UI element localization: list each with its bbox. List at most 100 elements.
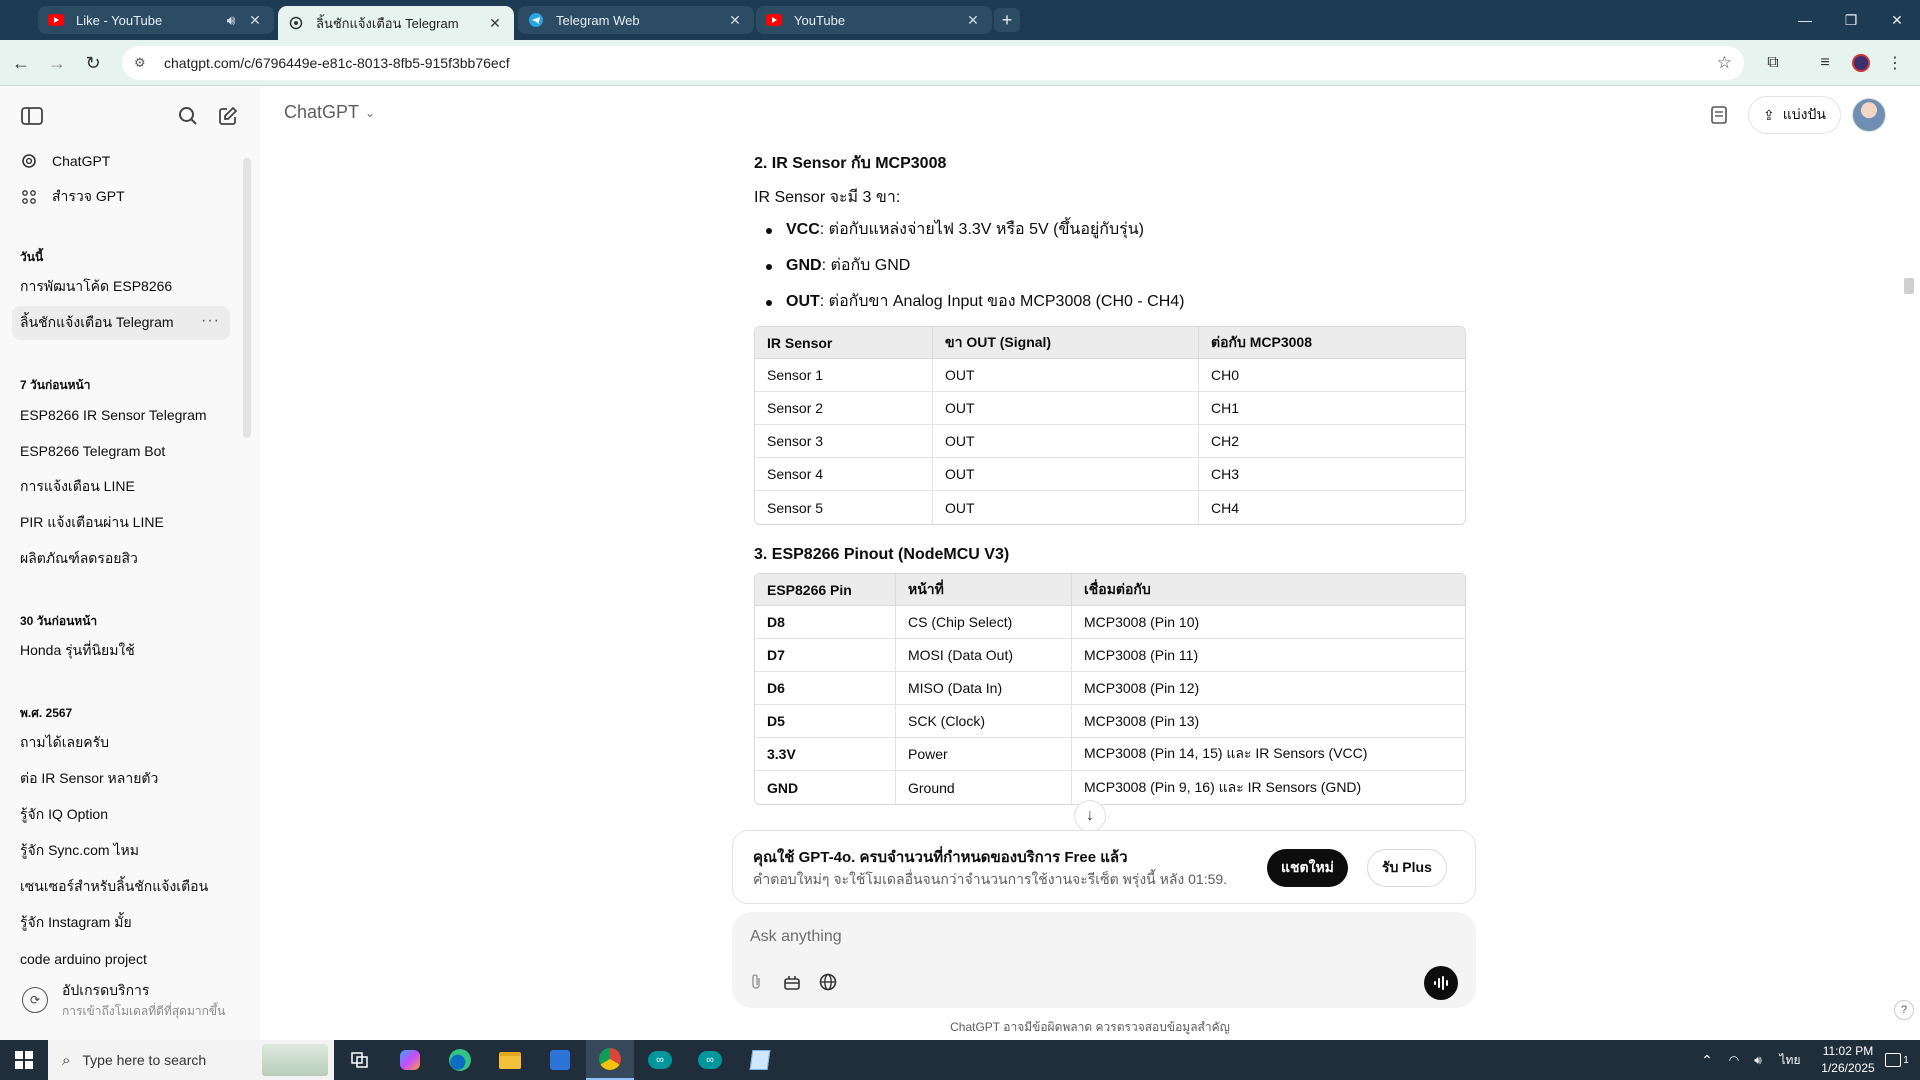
tab-telegram-web[interactable]: Telegram Web ✕ bbox=[518, 6, 754, 34]
windows-start-icon[interactable] bbox=[0, 1040, 48, 1080]
sidebar-item-chatgpt[interactable]: ChatGPT bbox=[12, 144, 230, 178]
sidebar-chat-item[interactable]: ถามได้เลยครับ bbox=[12, 726, 230, 760]
share-button[interactable]: ⇪ แบ่งปัน bbox=[1748, 96, 1841, 134]
sidebar-chat-item[interactable]: Honda รุ่นที่นิยมใช้ bbox=[12, 634, 230, 668]
chat-title: ESP8266 IR Sensor Telegram bbox=[20, 407, 207, 423]
restore-button[interactable]: ❐ bbox=[1828, 0, 1874, 40]
address-bar[interactable]: ⚙︎ chatgpt.com/c/6796449e-e81c-8013-8fb5… bbox=[122, 46, 1744, 80]
avatar[interactable] bbox=[1852, 98, 1886, 132]
table-cell: D5 bbox=[755, 705, 896, 738]
reload-icon[interactable]: ↻ bbox=[78, 48, 108, 78]
system-clock[interactable]: 11:02 PM 1/26/2025 bbox=[1808, 1043, 1888, 1077]
sidebar-chat-item[interactable]: ผลิตภัณฑ์ลดรอยสิว bbox=[12, 542, 230, 576]
sidebar-chat-item[interactable]: ESP8266 Telegram Bot bbox=[12, 434, 230, 468]
notifications-button[interactable]: 1 bbox=[1880, 1040, 1914, 1080]
pin-desc: : ต่อกับขา Analog Input ของ MCP3008 (CH0… bbox=[819, 293, 1185, 310]
sidebar-chat-item[interactable]: รู้จัก Instagram มั้ย bbox=[12, 906, 230, 940]
upgrade-plan-button[interactable]: ⟳ อัปเกรดบริการ การเข้าถึงโมเดลที่ดีที่ส… bbox=[12, 974, 242, 1026]
bookmark-star-icon[interactable]: ☆ bbox=[1717, 53, 1732, 73]
edge-icon[interactable] bbox=[436, 1040, 484, 1080]
arduino-icon[interactable]: ∞ bbox=[636, 1040, 684, 1080]
pin-list: VCC: ต่อกับแหล่งจ่ายไฟ 3.3V หรือ 5V (ขึ้… bbox=[754, 218, 1470, 314]
tab-chatgpt[interactable]: ลิ้นชักแจ้งเตือน Telegram ✕ bbox=[278, 6, 514, 40]
sidebar-chat-item[interactable]: code arduino project bbox=[12, 942, 230, 976]
sidebar-toggle-icon[interactable] bbox=[16, 100, 48, 132]
store-icon[interactable] bbox=[536, 1040, 584, 1080]
sidebar-chat-item[interactable]: PIR แจ้งเตือนผ่าน LINE bbox=[12, 506, 230, 540]
volume-icon[interactable]: 🔊︎ bbox=[1746, 1040, 1770, 1080]
upgrade-icon: ⟳ bbox=[22, 987, 48, 1013]
task-view-icon[interactable] bbox=[336, 1040, 384, 1080]
sidebar-chat-item[interactable]: ต่อ IR Sensor หลายตัว bbox=[12, 762, 230, 796]
close-tab-icon[interactable]: ✕ bbox=[486, 14, 504, 32]
forward-arrow-icon[interactable]: → bbox=[42, 48, 72, 78]
tab-like-youtube[interactable]: Like - YouTube 🔊︎ ✕ bbox=[38, 6, 274, 34]
minimize-button[interactable]: — bbox=[1782, 0, 1828, 40]
table-cell: Sensor 5 bbox=[755, 491, 933, 524]
browser-menu-icon[interactable]: ⋮ bbox=[1882, 50, 1908, 76]
close-tab-icon[interactable]: ✕ bbox=[964, 11, 982, 29]
media-control-icon[interactable]: ≡ bbox=[1812, 50, 1838, 76]
list-item: OUT: ต่อกับขา Analog Input ของ MCP3008 (… bbox=[754, 290, 1470, 314]
new-tab-button[interactable]: + bbox=[994, 8, 1020, 32]
close-tab-icon[interactable]: ✕ bbox=[726, 11, 744, 29]
sidebar-item-explore-gpts[interactable]: สำรวจ GPT bbox=[12, 180, 230, 214]
sidebar-scrollbar[interactable] bbox=[243, 158, 251, 438]
tab-youtube[interactable]: YouTube ✕ bbox=[756, 6, 992, 34]
column-header: หน้าที่ bbox=[896, 574, 1072, 606]
browser-toolbar: ← → ↻ ⚙︎ chatgpt.com/c/6796449e-e81c-801… bbox=[0, 40, 1920, 86]
share-label: แบ่งปัน bbox=[1782, 106, 1826, 122]
table-row: Sensor 1 OUT CH0 bbox=[755, 359, 1465, 392]
new-chat-button[interactable]: แชตใหม่ bbox=[1267, 849, 1348, 887]
scroll-to-bottom-button[interactable]: ↓ bbox=[1074, 800, 1106, 832]
message-input[interactable] bbox=[750, 922, 1350, 952]
clock-time: 11:02 PM bbox=[1822, 1044, 1874, 1058]
table-cell: CS (Chip Select) bbox=[896, 606, 1072, 639]
close-tab-icon[interactable]: ✕ bbox=[246, 11, 264, 29]
sidebar-chat-item[interactable]: รู้จัก IQ Option bbox=[12, 798, 230, 832]
globe-search-icon[interactable] bbox=[814, 968, 842, 996]
chrome-icon[interactable] bbox=[586, 1040, 634, 1080]
voice-mode-button[interactable] bbox=[1424, 966, 1458, 1000]
arduino-icon[interactable]: ∞ bbox=[686, 1040, 734, 1080]
new-chat-icon[interactable] bbox=[212, 100, 244, 132]
sidebar-chat-item[interactable]: เซนเซอร์สำหรับลิ้นชักแจ้งเตือน bbox=[12, 870, 230, 904]
profile-icon[interactable] bbox=[1848, 50, 1874, 76]
attach-paperclip-icon[interactable] bbox=[742, 968, 770, 996]
model-selector[interactable]: ChatGPT ⌄ bbox=[284, 102, 375, 123]
table-cell: MCP3008 (Pin 13) bbox=[1072, 705, 1465, 738]
more-options-icon[interactable]: ··· bbox=[201, 312, 220, 330]
sidebar-chat-item[interactable]: ESP8266 IR Sensor Telegram bbox=[12, 398, 230, 432]
tools-icon[interactable] bbox=[778, 968, 806, 996]
chat-title: ESP8266 Telegram Bot bbox=[20, 443, 166, 459]
site-info-icon[interactable]: ⚙︎ bbox=[134, 55, 152, 71]
close-window-button[interactable]: ✕ bbox=[1874, 0, 1920, 40]
taskbar-search-box[interactable]: ⌕ Type here to search bbox=[48, 1040, 334, 1080]
notepad-icon[interactable] bbox=[736, 1040, 784, 1080]
table-cell: Power bbox=[896, 738, 1072, 771]
document-icon[interactable] bbox=[1704, 100, 1734, 130]
extensions-icon[interactable]: ⧉ bbox=[1760, 50, 1786, 76]
sidebar-chat-item[interactable]: การแจ้งเตือน LINE bbox=[12, 470, 230, 504]
file-explorer-icon[interactable] bbox=[486, 1040, 534, 1080]
table-row: 3.3V Power MCP3008 (Pin 14, 15) และ IR Sen… bbox=[755, 738, 1465, 771]
page-scrollbar-thumb[interactable] bbox=[1904, 278, 1914, 294]
help-icon[interactable]: ? bbox=[1894, 1000, 1914, 1020]
show-hidden-icons-icon[interactable]: ⌃ bbox=[1694, 1040, 1720, 1080]
chat-title: การพัฒนาโค้ด ESP8266 bbox=[20, 278, 173, 294]
input-language[interactable]: ไทย bbox=[1772, 1040, 1808, 1080]
sidebar-chat-item[interactable]: การพัฒนาโค้ด ESP8266 bbox=[12, 270, 230, 304]
chat-title: รู้จัก IQ Option bbox=[20, 806, 109, 822]
back-arrow-icon[interactable]: ← bbox=[6, 48, 36, 78]
sidebar-group-heading: 30 วันก่อนหน้า bbox=[20, 614, 98, 628]
copilot-icon[interactable] bbox=[386, 1040, 434, 1080]
upgrade-title: อัปเกรดบริการ bbox=[62, 981, 150, 998]
speaker-icon[interactable]: 🔊︎ bbox=[222, 11, 240, 29]
sidebar-chat-item-selected[interactable]: ลิ้นชักแจ้งเตือน Telegram ··· bbox=[12, 306, 230, 340]
sidebar-chat-item[interactable]: รู้จัก Sync.com ไหม bbox=[12, 834, 230, 868]
wifi-icon[interactable]: ◠ bbox=[1722, 1040, 1746, 1080]
search-highlight-image bbox=[262, 1044, 328, 1076]
get-plus-button[interactable]: รับ Plus bbox=[1367, 849, 1447, 887]
clock-date: 1/26/2025 bbox=[1821, 1061, 1875, 1075]
search-icon[interactable] bbox=[172, 100, 204, 132]
